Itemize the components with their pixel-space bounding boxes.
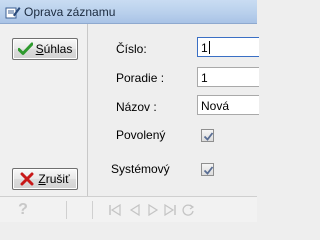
last-record-icon[interactable] (163, 203, 177, 217)
cancel-button-label: Zrušiť (38, 172, 70, 186)
nazov-label: Názov : (116, 100, 157, 114)
first-record-icon[interactable] (108, 203, 122, 217)
povoleny-label: Povolený (116, 128, 166, 142)
help-icon[interactable]: ? (14, 201, 32, 219)
green-check-icon (17, 42, 34, 56)
refresh-icon[interactable] (181, 203, 195, 217)
edit-record-icon (5, 4, 21, 20)
next-record-icon[interactable] (146, 203, 160, 217)
nazov-input[interactable]: Nová (197, 95, 259, 115)
checkmark-icon (203, 132, 214, 141)
window-title: Oprava záznamu (24, 5, 116, 19)
text-caret (208, 41, 210, 54)
title-bar[interactable]: Oprava záznamu (0, 0, 257, 24)
povoleny-checkbox[interactable] (201, 129, 214, 142)
poradie-input[interactable]: 1 (197, 67, 259, 87)
red-x-icon (20, 172, 35, 186)
cancel-button[interactable]: Zrušiť (12, 168, 78, 190)
nazov-value: Nová (201, 99, 230, 113)
status-bar: ? (0, 196, 257, 222)
poradie-value: 1 (201, 71, 208, 85)
cislo-input[interactable]: 1 (197, 37, 259, 57)
accept-button[interactable]: Súhlas (12, 38, 78, 60)
status-separator (66, 201, 67, 219)
systemovy-checkbox[interactable] (201, 163, 214, 176)
cislo-label: Číslo: (116, 42, 147, 56)
prev-record-icon[interactable] (128, 203, 142, 217)
status-separator (92, 201, 93, 219)
cislo-value: 1 (201, 41, 208, 55)
accept-button-label: Súhlas (35, 42, 73, 56)
poradie-label: Poradie : (116, 71, 165, 85)
checkmark-icon (203, 166, 214, 175)
systemovy-label: Systémový (111, 162, 170, 176)
